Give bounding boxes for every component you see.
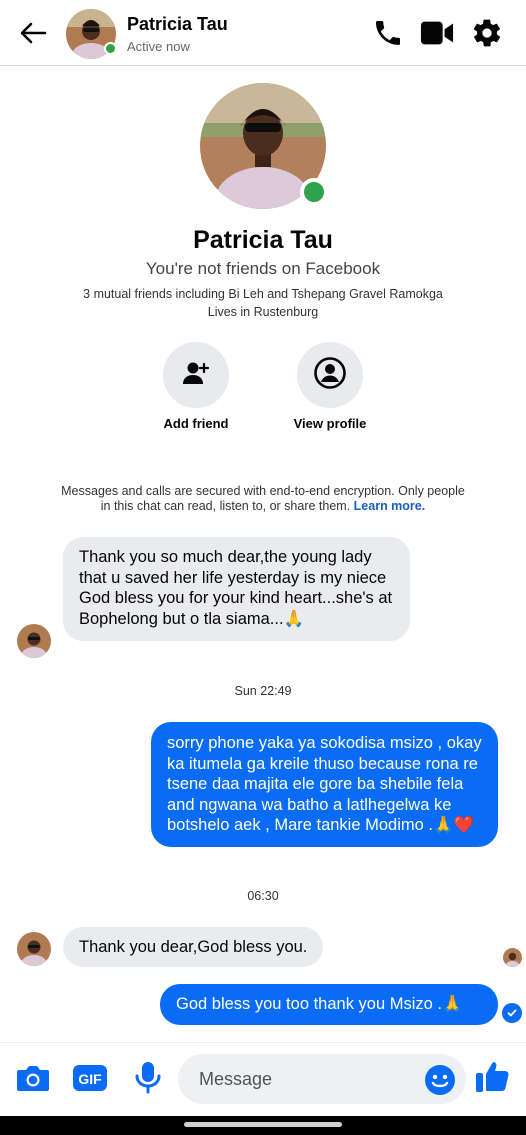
- message-bubble-incoming[interactable]: Thank you so much dear,the young lady th…: [63, 537, 410, 641]
- sender-avatar[interactable]: [17, 932, 51, 966]
- message-timestamp: Sun 22:49: [234, 684, 292, 698]
- composer-bar: GIF: [0, 1042, 526, 1116]
- message-input[interactable]: [178, 1054, 466, 1104]
- seen-indicator-avatar: [503, 948, 522, 967]
- profile-name: Patricia Tau: [193, 226, 333, 254]
- phone-icon[interactable]: [371, 16, 405, 50]
- back-arrow-icon[interactable]: [16, 18, 50, 48]
- sent-check-icon: [502, 1003, 522, 1023]
- online-indicator: [104, 42, 117, 55]
- home-gesture-pill[interactable]: [184, 1122, 342, 1127]
- sender-avatar[interactable]: [17, 624, 51, 658]
- message-bubble-incoming[interactable]: Thank you dear,God bless you.: [63, 927, 324, 967]
- message-bubble-outgoing[interactable]: God bless you too thank you Msizo .🙏: [160, 984, 498, 1025]
- chat-header: Patricia Tau Active now: [0, 0, 526, 66]
- header-name[interactable]: Patricia Tau: [127, 14, 228, 35]
- gif-icon[interactable]: GIF: [71, 1059, 109, 1097]
- view-profile-button[interactable]: [297, 342, 363, 408]
- add-friend-button[interactable]: [163, 342, 229, 408]
- video-call-icon[interactable]: [420, 16, 454, 50]
- encryption-notice: Messages and calls are secured with end-…: [55, 484, 471, 514]
- gif-label: GIF: [78, 1071, 102, 1087]
- learn-more-link[interactable]: Learn more.: [354, 499, 426, 513]
- add-person-icon: [181, 358, 211, 393]
- view-profile-label[interactable]: View profile: [270, 416, 390, 431]
- microphone-icon[interactable]: [129, 1059, 167, 1097]
- camera-icon[interactable]: [14, 1059, 52, 1097]
- message-timestamp: 06:30: [247, 889, 279, 903]
- user-circle-icon: [313, 356, 347, 395]
- thumbs-up-icon[interactable]: [474, 1057, 512, 1095]
- header-status: Active now: [127, 39, 190, 54]
- mutual-friends: 3 mutual friends including Bi Leh and Ts…: [83, 287, 443, 301]
- gear-icon[interactable]: [470, 16, 504, 50]
- friend-status: You're not friends on Facebook: [145, 259, 381, 278]
- online-indicator-large: [300, 178, 328, 206]
- emoji-icon[interactable]: [424, 1064, 456, 1096]
- system-navigation-bar: [0, 1116, 526, 1135]
- lives-in: Lives in Rustenburg: [207, 305, 319, 319]
- message-bubble-outgoing[interactable]: sorry phone yaka ya sokodisa msizo , oka…: [151, 722, 498, 847]
- add-friend-label[interactable]: Add friend: [136, 416, 256, 431]
